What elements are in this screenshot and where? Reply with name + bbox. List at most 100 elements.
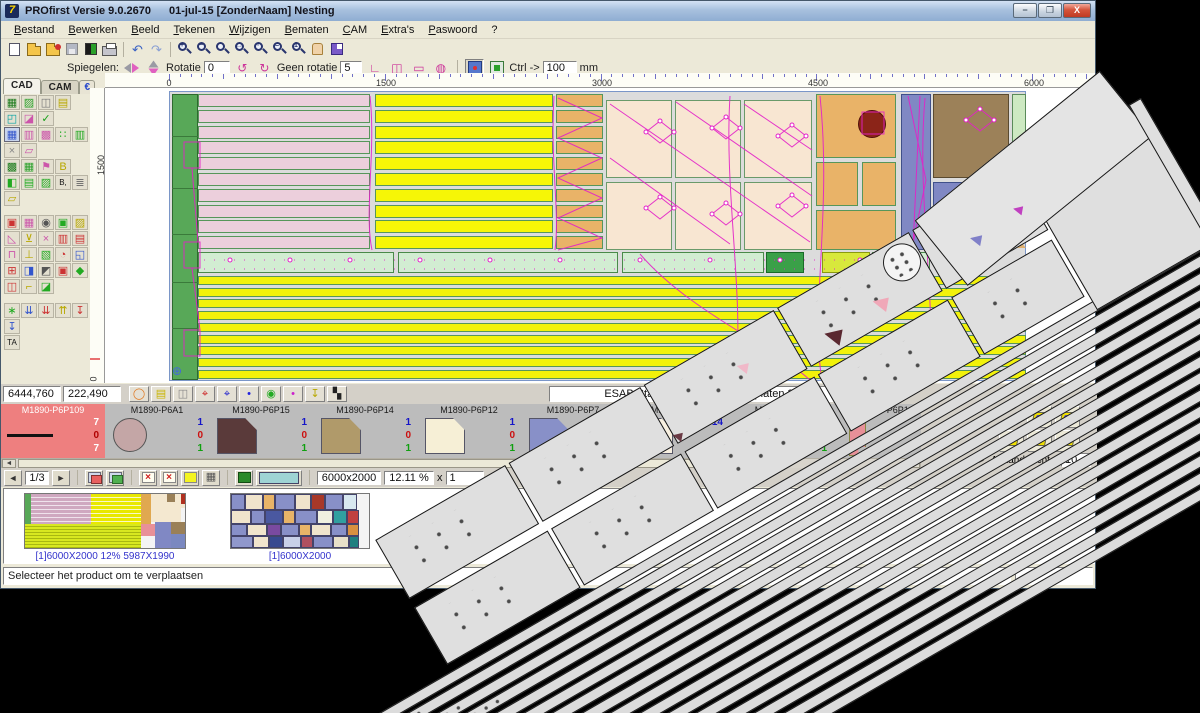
close-button[interactable]: X (1063, 3, 1091, 18)
tool-icon-4-1[interactable]: ▦ (21, 159, 37, 174)
tool-icon-10-3[interactable]: ▣ (55, 263, 71, 278)
tool-icon-12-0[interactable]: ∗ (4, 303, 20, 318)
tool-icon-9-4[interactable]: ◱ (72, 247, 88, 262)
tool-icon-1-2[interactable]: ✓ (38, 111, 54, 126)
tool-icon-11-2[interactable]: ◪ (38, 279, 54, 294)
tool-icon-0-2[interactable]: ◫ (38, 95, 54, 110)
tool-icon-7-1[interactable]: ▦ (21, 215, 37, 230)
part-item-m1890-p6p109[interactable]: M1890-P6P109707 (1, 404, 105, 458)
part-item-m1890-p6p15[interactable]: M1890-P6P15101 (209, 404, 313, 458)
tool-icon-7-4[interactable]: ▨ (72, 215, 88, 230)
tool-icon-12-2[interactable]: ⇊ (38, 303, 54, 318)
menu-bematen[interactable]: Bematen (278, 23, 336, 37)
open-file-icon[interactable] (24, 40, 43, 58)
tool-icon-6-0[interactable]: ▱ (4, 191, 20, 206)
undo-icon[interactable]: ↶ (128, 40, 147, 58)
part-item-m1890-p6p14[interactable]: M1890-P6P14101 (313, 404, 417, 458)
menu-cam[interactable]: CAM (336, 23, 374, 37)
new-file-icon[interactable] (5, 40, 24, 58)
part-item-m1890-p6p12[interactable]: M1890-P6P12101 (417, 404, 521, 458)
zoom-extents-icon[interactable]: = (270, 40, 289, 58)
tool-icon-5-2[interactable]: ▨ (38, 175, 54, 190)
zoom-out-icon[interactable]: − (194, 40, 213, 58)
tool-icon-8-2[interactable]: × (38, 231, 54, 246)
title-bar[interactable]: 7 PROfirst Versie 9.0.2670 01-jul-15 [Zo… (1, 1, 1095, 21)
tool-icon-0-1[interactable]: ▨ (21, 95, 37, 110)
tool-icon-10-2[interactable]: ◩ (38, 263, 54, 278)
tool-icon-0-3[interactable]: ▤ (55, 95, 71, 110)
tool-icon-2-3[interactable]: ∷ (55, 127, 71, 142)
tool-icon-13-0[interactable]: ↧ (4, 319, 20, 334)
zoom-area-icon[interactable] (327, 40, 346, 58)
tool-icon-11-0[interactable]: ◫ (4, 279, 20, 294)
renest-sheet-icon[interactable] (85, 470, 103, 486)
maximize-button[interactable]: ❐ (1038, 3, 1062, 18)
menu-tekenen[interactable]: Tekenen (166, 23, 222, 37)
tool-icon-3-0[interactable]: × (4, 143, 20, 158)
drop-part-icon[interactable]: ↧ (305, 386, 325, 402)
zoom-in-icon[interactable]: + (175, 40, 194, 58)
menu-paswoord[interactable]: Paswoord (421, 23, 484, 37)
save-icon[interactable] (62, 40, 81, 58)
tool-icon-2-1[interactable]: ▥ (21, 127, 37, 142)
tab-cam[interactable]: CAM (41, 80, 80, 94)
menu-q[interactable]: ? (484, 23, 504, 37)
tool-icon-4-0[interactable]: ▩ (4, 159, 20, 174)
tool-icon-9-2[interactable]: ▧ (38, 247, 54, 262)
part-item-m1890-p6a1[interactable]: M1890-P6A1101 (105, 404, 209, 458)
tool-icon-10-1[interactable]: ◨ (21, 263, 37, 278)
tool-icon-10-0[interactable]: ⊞ (4, 263, 20, 278)
tool-icon-5-3[interactable]: B, (55, 175, 71, 190)
delete-sheet-icon[interactable]: × (160, 470, 178, 486)
tool-icon-5-1[interactable]: ▤ (21, 175, 37, 190)
grid-icon[interactable]: ▦ (202, 470, 220, 486)
tool-icon-7-2[interactable]: ◉ (38, 215, 54, 230)
tool-icon-14-0[interactable]: TA (4, 335, 20, 350)
sheet-thumbnail-2[interactable] (230, 493, 370, 549)
pick-red-icon[interactable]: ⌖ (195, 386, 215, 402)
tool-icon-0-0[interactable]: ▦ (4, 95, 20, 110)
tool-icon-10-4[interactable]: ◆ (72, 263, 88, 278)
zoom-selection-icon[interactable]: ◦ (251, 40, 270, 58)
tool-icon-2-0[interactable]: ▦ (4, 127, 20, 142)
menu-extra-s[interactable]: Extra's (374, 23, 421, 37)
first-sheet-icon[interactable]: ◄ (4, 470, 22, 486)
tool-icon-1-0[interactable]: ◰ (4, 111, 20, 126)
tool-icon-11-1[interactable]: ⌐ (21, 279, 37, 294)
tool-icon-2-2[interactable]: ▩ (38, 127, 54, 142)
sheet-thumbnail-1[interactable] (24, 493, 186, 549)
tool-icon-12-3[interactable]: ⇈ (55, 303, 71, 318)
tool-icon-8-4[interactable]: ▤ (72, 231, 88, 246)
clear-sheet-icon[interactable]: × (139, 470, 157, 486)
tool-icon-7-3[interactable]: ▣ (55, 215, 71, 230)
tool-icon-8-3[interactable]: ▥ (55, 231, 71, 246)
pick-blue-icon[interactable]: ⌖ (217, 386, 237, 402)
minimize-button[interactable]: − (1013, 3, 1037, 18)
node-blue-icon[interactable]: • (239, 386, 259, 402)
menu-beeld[interactable]: Beeld (124, 23, 166, 37)
tool-icon-12-4[interactable]: ↧ (72, 303, 88, 318)
plate-view-icon[interactable] (235, 470, 253, 486)
redo-icon[interactable]: ↷ (147, 40, 166, 58)
menu-wijzigen[interactable]: Wijzigen (222, 23, 278, 37)
tool-icon-9-3[interactable]: ◔ (55, 247, 71, 262)
last-sheet-icon[interactable]: ► (52, 470, 70, 486)
checker-icon[interactable]: ▚ (327, 386, 347, 402)
menu-bewerken[interactable]: Bewerken (61, 23, 124, 37)
tool-icon-9-0[interactable]: ⊓ (4, 247, 20, 262)
zoom-window-icon[interactable]: □ (232, 40, 251, 58)
tab-cad[interactable]: CAD (3, 78, 41, 94)
new-sheet-icon[interactable] (181, 470, 199, 486)
tool-icon-4-2[interactable]: ⚑ (38, 159, 54, 174)
tool-icon-12-1[interactable]: ⇊ (21, 303, 37, 318)
tool-icon-5-4[interactable]: ≣ (72, 175, 88, 190)
tool-icon-7-0[interactable]: ▣ (4, 215, 20, 230)
plate-save-icon[interactable]: ◫ (173, 386, 193, 402)
zoom-sheet-icon[interactable]: 1 (289, 40, 308, 58)
plate-color-swatch[interactable] (256, 470, 302, 486)
pan-hand-icon[interactable] (308, 40, 327, 58)
scroll-left-icon[interactable]: ◄ (2, 459, 16, 468)
tool-icon-9-1[interactable]: ⊥ (21, 247, 37, 262)
plate-open-icon[interactable]: ▤ (151, 386, 171, 402)
tool-icon-2-4[interactable]: ▥ (72, 127, 88, 142)
